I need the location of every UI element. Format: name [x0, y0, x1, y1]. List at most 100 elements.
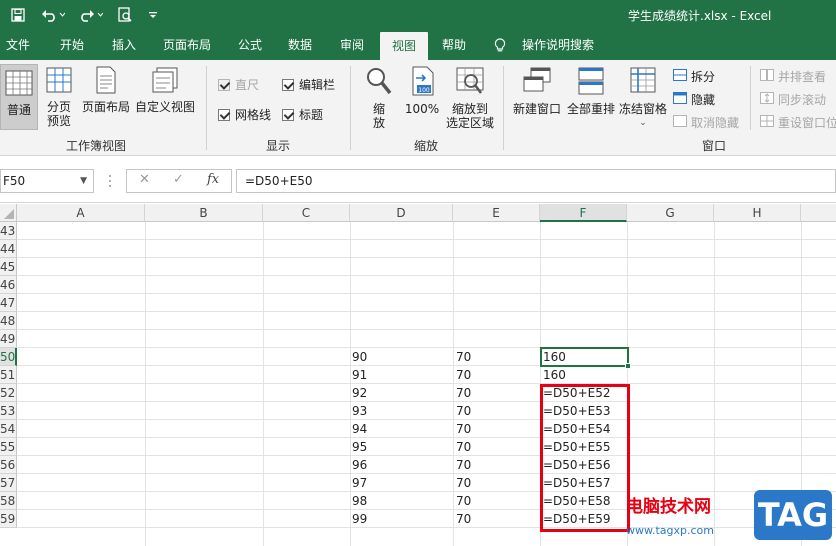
cell-d50[interactable]: 90 — [352, 349, 367, 366]
tab-page-layout[interactable]: 页面布局 — [160, 30, 214, 60]
new-window-button[interactable]: 新建窗口 — [510, 66, 564, 116]
gridlines-checkbox[interactable]: 网格线 — [218, 106, 271, 123]
cell-e51[interactable]: 70 — [456, 367, 471, 384]
row-header[interactable]: 54 — [0, 420, 17, 438]
column-header-b[interactable]: B — [145, 204, 263, 222]
arrange-all-button[interactable]: 全部重排 — [565, 66, 617, 116]
row-header[interactable]: 43 — [0, 222, 17, 240]
row-header[interactable]: 44 — [0, 240, 17, 258]
tell-me-search[interactable]: 操作说明搜索 — [516, 30, 600, 60]
cell-e50[interactable]: 70 — [456, 349, 471, 366]
split-icon — [673, 69, 687, 84]
cell-d58[interactable]: 98 — [352, 493, 367, 510]
cell-f51[interactable]: 160 — [543, 367, 566, 384]
column-header-g[interactable]: G — [627, 204, 714, 222]
row-header[interactable]: 53 — [0, 402, 17, 420]
insert-function-icon[interactable]: fx — [207, 172, 219, 187]
page-break-preview-button[interactable]: 分页 预览 — [42, 66, 76, 128]
ruler-checkbox[interactable]: 直尺 — [218, 76, 259, 93]
name-box[interactable]: F50 ▼ — [0, 169, 94, 193]
cell-d56[interactable]: 96 — [352, 457, 367, 474]
row-header[interactable]: 50 — [0, 348, 17, 366]
group-separator — [503, 66, 504, 150]
gridline — [17, 383, 836, 384]
chevron-down-icon[interactable]: ▼ — [80, 170, 87, 192]
tab-view[interactable]: 视图 — [380, 32, 428, 60]
column-header-f[interactable]: F — [540, 204, 627, 222]
select-all-corner[interactable] — [0, 204, 17, 222]
reset-position-label: 重设窗口位 — [778, 116, 836, 130]
cell-e52[interactable]: 70 — [456, 385, 471, 402]
zoom-button[interactable]: 缩 放 — [362, 66, 396, 130]
save-icon[interactable] — [8, 5, 28, 25]
tab-review[interactable]: 审阅 — [338, 30, 366, 60]
cell-e56[interactable]: 70 — [456, 457, 471, 474]
row-header[interactable]: 52 — [0, 384, 17, 402]
column-header-partial[interactable] — [801, 204, 836, 222]
headings-checkbox[interactable]: 标题 — [282, 106, 323, 123]
cell-e54[interactable]: 70 — [456, 421, 471, 438]
undo-icon[interactable] — [38, 5, 68, 25]
reset-window-position-button[interactable]: 重设窗口位 — [760, 114, 836, 131]
row-header[interactable]: 55 — [0, 438, 17, 456]
fill-handle[interactable] — [625, 363, 631, 369]
cell-e57[interactable]: 70 — [456, 475, 471, 492]
arrange-all-icon — [565, 66, 617, 99]
normal-view-button[interactable]: 普通 — [0, 64, 38, 130]
row-header[interactable]: 48 — [0, 312, 17, 330]
tab-home[interactable]: 开始 — [58, 30, 86, 60]
cell-e58[interactable]: 70 — [456, 493, 471, 510]
view-side-by-side-button[interactable]: 并排查看 — [760, 68, 826, 85]
row-header[interactable]: 49 — [0, 330, 17, 348]
cell-d57[interactable]: 97 — [352, 475, 367, 492]
cell-d51[interactable]: 91 — [352, 367, 367, 384]
cancel-icon[interactable]: ✕ — [139, 172, 150, 187]
column-header-h[interactable]: H — [714, 204, 801, 222]
row-header[interactable]: 47 — [0, 294, 17, 312]
tab-data[interactable]: 数据 — [286, 30, 314, 60]
ruler-check-icon — [218, 78, 230, 91]
row-header[interactable]: 51 — [0, 366, 17, 384]
cell-e59[interactable]: 70 — [456, 511, 471, 528]
enter-icon[interactable]: ✓ — [173, 172, 184, 187]
row-header[interactable]: 56 — [0, 456, 17, 474]
tab-file[interactable]: 文件 — [4, 30, 32, 60]
zoom-to-selection-button[interactable]: 缩放到 选定区域 — [442, 66, 498, 130]
tab-help[interactable]: 帮助 — [440, 30, 468, 60]
split-button[interactable]: 拆分 — [673, 68, 715, 85]
cell-d59[interactable]: 99 — [352, 511, 367, 528]
cell-d55[interactable]: 95 — [352, 439, 367, 456]
cell-d52[interactable]: 92 — [352, 385, 367, 402]
cell-e53[interactable]: 70 — [456, 403, 471, 420]
hide-button[interactable]: 隐藏 — [673, 91, 715, 108]
row-header[interactable]: 59 — [0, 510, 17, 528]
formula-bar-checkbox[interactable]: 编辑栏 — [282, 76, 335, 93]
customize-quick-access-icon[interactable] — [146, 5, 160, 25]
cell-d54[interactable]: 94 — [352, 421, 367, 438]
cell-e55[interactable]: 70 — [456, 439, 471, 456]
gridline — [17, 437, 836, 438]
unhide-button[interactable]: 取消隐藏 — [673, 114, 739, 131]
row-header[interactable]: 46 — [0, 276, 17, 294]
row-header[interactable]: 58 — [0, 492, 17, 510]
hide-icon — [673, 92, 687, 107]
formula-input[interactable]: =D50+E50 — [236, 169, 836, 193]
row-header[interactable]: 45 — [0, 258, 17, 276]
column-header-a[interactable]: A — [17, 204, 145, 222]
freeze-panes-button[interactable]: 冻结窗格 ⌄ — [617, 66, 669, 130]
redo-icon[interactable] — [76, 5, 106, 25]
row-header[interactable]: 57 — [0, 474, 17, 492]
tab-insert[interactable]: 插入 — [110, 30, 138, 60]
tab-formulas[interactable]: 公式 — [236, 30, 264, 60]
column-header-d[interactable]: D — [350, 204, 453, 222]
page-layout-view-button[interactable]: 页面布局 — [80, 66, 132, 114]
column-header-c[interactable]: C — [263, 204, 350, 222]
zoom-100-button[interactable]: 100 100% — [402, 66, 442, 116]
column-header-e[interactable]: E — [453, 204, 540, 222]
custom-views-button[interactable]: 自定义视图 — [134, 66, 196, 114]
cell-d53[interactable]: 93 — [352, 403, 367, 420]
synchronous-scrolling-button[interactable]: 同步滚动 — [760, 91, 826, 108]
formula-bar-splitter[interactable] — [108, 173, 112, 189]
page-break-label-2: 预览 — [46, 114, 71, 128]
print-preview-icon[interactable] — [114, 5, 136, 25]
